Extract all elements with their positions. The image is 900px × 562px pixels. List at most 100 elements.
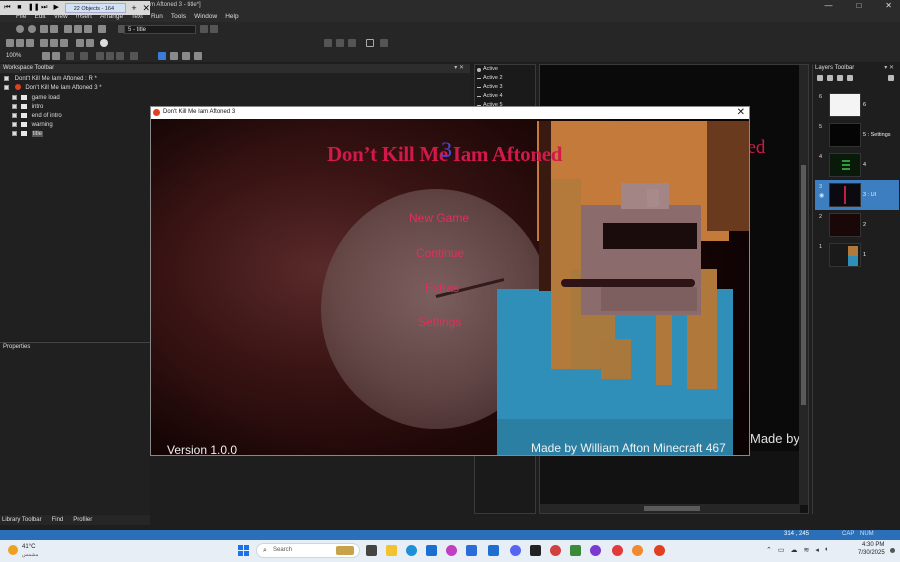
scroll-thumb[interactable] (801, 165, 806, 405)
frame-select[interactable]: 5 - title (124, 25, 196, 34)
menu-window[interactable]: Window (194, 12, 217, 22)
fit-icon[interactable] (194, 52, 202, 60)
horizontal-scrollbar[interactable] (540, 504, 800, 513)
layer-row-selected[interactable]: 3 ◉ 3 : UI (815, 180, 899, 210)
tree-frame-game-load[interactable]: game load (12, 94, 60, 103)
pause-icon[interactable]: ❚❚ (28, 4, 40, 12)
start-button[interactable] (238, 545, 249, 556)
minecraft-icon[interactable] (570, 545, 581, 556)
chrome-profile-icon[interactable] (632, 545, 643, 556)
vertical-scrollbar[interactable] (799, 65, 808, 505)
expand-icon[interactable] (4, 75, 9, 81)
align-left-active-icon[interactable] (158, 52, 166, 60)
underline-icon[interactable] (116, 52, 124, 60)
workspace-pin-close[interactable]: ▾ ✕ (454, 64, 464, 73)
tab-find[interactable]: Find (52, 515, 64, 525)
runner-close-button[interactable]: ✕ (142, 3, 150, 14)
restart-icon[interactable]: ⏮ (4, 4, 11, 12)
scroll-thumb[interactable] (644, 506, 700, 511)
discord-icon[interactable] (510, 545, 521, 556)
layer-row[interactable]: 2 2 (815, 210, 899, 240)
runner-plus-button[interactable]: + (131, 3, 138, 13)
lock-icon[interactable] (888, 75, 894, 81)
next-frame-icon[interactable] (210, 25, 218, 33)
italic-icon[interactable] (106, 52, 114, 60)
game-window-close-button[interactable]: ✕ (737, 107, 745, 119)
prev-frame-icon[interactable] (200, 25, 208, 33)
layer-row[interactable]: 4 4 (815, 150, 899, 180)
app-icon[interactable] (488, 545, 499, 556)
text-color-icon[interactable] (130, 52, 138, 60)
collapse-icon[interactable] (4, 84, 9, 90)
copilot-icon[interactable] (446, 545, 457, 556)
delete-layer-icon[interactable] (827, 75, 833, 81)
tree-frame-title[interactable]: title (12, 130, 44, 139)
align-center-icon[interactable] (170, 52, 178, 60)
paste-icon[interactable] (60, 39, 68, 47)
tree-frame-warning[interactable]: warning (12, 121, 53, 130)
layer-row[interactable]: 6 6 (815, 90, 899, 120)
game-preview-window[interactable]: Don't Kill Me Iam Aftoned 3 ✕ Don’t Kill… (150, 106, 750, 456)
pen-icon[interactable] (52, 52, 60, 60)
storyboard-icon[interactable] (40, 25, 48, 33)
game-screen[interactable]: Don’t Kill Me Iam Aftoned 3 New Game Con… (151, 119, 749, 455)
copy-icon[interactable] (50, 39, 58, 47)
store-icon[interactable] (426, 545, 437, 556)
list-item[interactable]: Active 4 (475, 92, 535, 101)
undo-icon[interactable] (76, 39, 84, 47)
menu-tools[interactable]: Tools (171, 12, 186, 22)
new-game-button[interactable]: New Game (409, 211, 469, 225)
bold-icon[interactable] (96, 52, 104, 60)
hand-icon[interactable] (42, 52, 50, 60)
close-button[interactable]: ✕ (885, 1, 892, 10)
tab-library-toolbar[interactable]: Library Toolbar (2, 515, 42, 525)
battery-icon[interactable]: ▭ (778, 546, 785, 554)
event-list-icon[interactable] (64, 25, 72, 33)
open-icon[interactable] (16, 39, 24, 47)
play-icon[interactable]: ▶ (53, 4, 60, 12)
data-elements-icon[interactable] (84, 25, 92, 33)
canvas-made-by-text[interactable]: Made by (750, 431, 800, 446)
volume-icon[interactable]: ◂ (815, 546, 819, 554)
file-explorer-icon[interactable] (386, 545, 397, 556)
tab-profiler[interactable]: Profiler (73, 515, 92, 525)
audio-app-icon[interactable] (550, 545, 561, 556)
tree-frame-end-of-intro[interactable]: end of intro (12, 112, 62, 121)
clock-time[interactable]: 4:30 PM (862, 542, 884, 548)
chrome-icon[interactable] (612, 545, 623, 556)
tree-item-app-3[interactable]: Don't Kill Me Iam Aftoned 3 * (4, 84, 102, 93)
terminal-icon[interactable] (530, 545, 541, 556)
zoom-tool-icon[interactable] (380, 39, 388, 47)
tree-item-app-r[interactable]: Dont't Kill Me Iam Aftoned : R * (4, 75, 97, 84)
expand-icon[interactable] (12, 103, 17, 109)
expand-icon[interactable] (12, 130, 17, 136)
expand-icon[interactable] (12, 112, 17, 118)
cut-icon[interactable] (40, 39, 48, 47)
event-editor-icon[interactable] (50, 25, 58, 33)
layer-row[interactable]: 1 1 (815, 240, 899, 270)
grid-icon[interactable] (336, 39, 344, 47)
layers-pin-close[interactable]: ▾ ✕ (884, 64, 894, 73)
frame-editor-icon[interactable] (74, 25, 82, 33)
menu-run[interactable]: Run (151, 12, 163, 22)
run-app-icon[interactable] (16, 25, 24, 33)
list-item[interactable]: Active 2 (475, 74, 535, 83)
add-layer-icon[interactable] (817, 75, 823, 81)
outlook-icon[interactable] (466, 545, 477, 556)
layer-row[interactable]: 5 5 : Settings (815, 120, 899, 150)
select-rect-icon[interactable] (366, 39, 374, 47)
tree-frame-intro[interactable]: intro (12, 103, 43, 112)
layer-visibility-icon[interactable] (847, 75, 853, 81)
align-left-icon[interactable] (80, 52, 88, 60)
menu-help[interactable]: Help (225, 12, 238, 22)
align-icon[interactable] (324, 39, 332, 47)
stop-icon[interactable]: ■ (16, 4, 23, 12)
step-icon[interactable]: ⏭ (41, 4, 48, 12)
wifi-icon[interactable]: ≋ (804, 546, 810, 554)
fusion-icon[interactable] (654, 545, 665, 556)
settings-button[interactable]: Settings (418, 315, 461, 329)
task-view-icon[interactable] (366, 545, 377, 556)
font-icon[interactable] (66, 52, 74, 60)
game-window-titlebar[interactable]: Don't Kill Me Iam Aftoned 3 ✕ (151, 107, 749, 119)
link-icon[interactable] (98, 25, 106, 33)
